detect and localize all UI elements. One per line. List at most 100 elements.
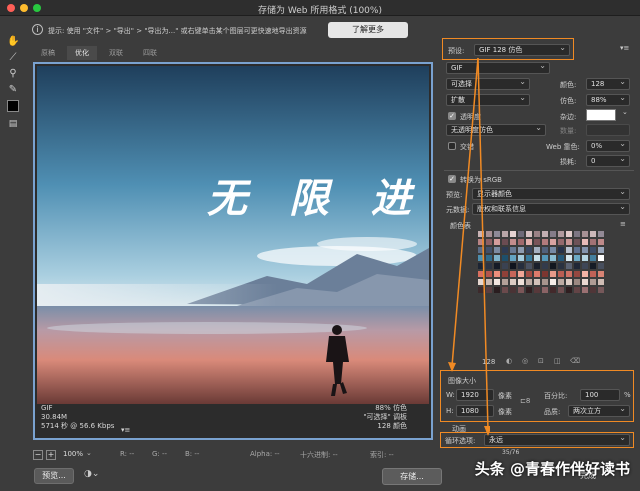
color-swatch[interactable] (501, 238, 509, 246)
color-swatch[interactable] (589, 278, 597, 286)
color-swatch[interactable] (493, 270, 501, 278)
color-swatch[interactable] (581, 254, 589, 262)
lock-color-icon[interactable]: ⊡ (538, 357, 544, 365)
color-swatch[interactable] (509, 246, 517, 254)
color-swatch[interactable] (573, 246, 581, 254)
slice-select-tool-icon[interactable]: ⟋ (7, 52, 19, 64)
color-swatch[interactable] (573, 270, 581, 278)
color-swatch[interactable] (525, 286, 533, 294)
color-swatch[interactable] (517, 230, 525, 238)
color-swatch[interactable] (573, 230, 581, 238)
color-swatch[interactable] (597, 254, 605, 262)
color-swatch[interactable] (573, 286, 581, 294)
color-swatch[interactable] (597, 278, 605, 286)
color-swatch[interactable] (581, 286, 589, 294)
color-swatch[interactable] (517, 278, 525, 286)
color-swatch[interactable] (509, 286, 517, 294)
color-table-menu-icon[interactable]: ≡ (620, 220, 626, 228)
constrain-proportions-icon[interactable]: ⊏8 (520, 397, 530, 405)
color-swatch[interactable] (541, 270, 549, 278)
color-swatch[interactable] (517, 270, 525, 278)
color-swatch[interactable] (581, 278, 589, 286)
color-swatch[interactable] (501, 254, 509, 262)
color-swatch[interactable] (533, 262, 541, 270)
color-swatch[interactable] (557, 286, 565, 294)
color-swatch[interactable] (517, 254, 525, 262)
color-swatch[interactable] (581, 262, 589, 270)
color-swatch[interactable] (509, 278, 517, 286)
color-swatch[interactable] (589, 230, 597, 238)
color-swatch[interactable] (597, 270, 605, 278)
color-swatch[interactable] (557, 254, 565, 262)
color-swatch[interactable] (541, 238, 549, 246)
loop-options-select[interactable]: 永远 (484, 434, 630, 446)
lossy-select[interactable]: 0 (586, 155, 630, 167)
color-swatch[interactable] (525, 254, 533, 262)
color-swatch[interactable] (525, 262, 533, 270)
color-swatch[interactable] (533, 238, 541, 246)
color-swatch[interactable] (525, 230, 533, 238)
color-swatch[interactable] (517, 286, 525, 294)
color-swatch[interactable] (493, 254, 501, 262)
quality-select[interactable]: 两次立方 (568, 405, 630, 417)
color-swatch[interactable] (565, 254, 573, 262)
color-swatch[interactable] (573, 238, 581, 246)
color-swatch[interactable] (589, 270, 597, 278)
color-swatch[interactable] (509, 238, 517, 246)
color-swatch[interactable] (557, 246, 565, 254)
color-swatch[interactable] (509, 262, 517, 270)
color-swatch[interactable] (565, 278, 573, 286)
zoom-out-button[interactable]: − (33, 450, 43, 460)
web-snap-select[interactable]: 0% (586, 140, 630, 152)
color-swatch[interactable] (493, 238, 501, 246)
color-swatch[interactable] (597, 262, 605, 270)
tab-original[interactable]: 原稿 (33, 46, 63, 60)
zoom-in-button[interactable]: + (46, 450, 56, 460)
preview-in-browser-button[interactable]: 预览... (34, 468, 74, 484)
color-swatch[interactable] (517, 246, 525, 254)
tab-optimized[interactable]: 优化 (67, 46, 97, 60)
color-swatch[interactable] (589, 286, 597, 294)
color-swatch[interactable] (501, 278, 509, 286)
zoom-chevron-icon[interactable]: ⌄ (86, 449, 92, 457)
hand-tool-icon[interactable]: ✋ (7, 36, 19, 48)
dither-amount-select[interactable]: 88% (586, 94, 630, 106)
save-button[interactable]: 存储... (382, 468, 442, 485)
color-swatch[interactable] (541, 286, 549, 294)
zoom-level-select[interactable]: 100% (63, 450, 83, 458)
new-color-icon[interactable]: ◫ (554, 357, 561, 365)
preview-panel[interactable]: 无 限 进 GIF 30.84M 5714 秒 @ 56.6 Kbps ▾≡ 8… (33, 62, 433, 440)
toggle-slices-icon[interactable]: ▤ (7, 118, 19, 130)
color-swatch[interactable] (557, 270, 565, 278)
color-swatch[interactable] (557, 262, 565, 270)
color-swatch[interactable] (557, 278, 565, 286)
color-swatch[interactable] (581, 238, 589, 246)
zoom-tool-icon[interactable]: ⚲ (7, 68, 19, 80)
map-to-transparent-icon[interactable]: ◐ (506, 357, 512, 365)
color-swatch[interactable] (541, 262, 549, 270)
color-swatch[interactable] (557, 230, 565, 238)
color-swatch[interactable] (589, 254, 597, 262)
color-swatch[interactable] (565, 246, 573, 254)
color-swatch[interactable] (597, 230, 605, 238)
eyedropper-color-swatch[interactable] (7, 100, 19, 112)
color-swatch[interactable] (541, 230, 549, 238)
color-swatch[interactable] (549, 278, 557, 286)
color-swatch[interactable] (501, 246, 509, 254)
colors-select[interactable]: 128 (586, 78, 630, 90)
color-swatch[interactable] (517, 262, 525, 270)
color-swatch[interactable] (501, 286, 509, 294)
optimize-menu-icon[interactable]: ▾≡ (620, 44, 629, 52)
color-swatch[interactable] (501, 230, 509, 238)
color-swatch[interactable] (549, 230, 557, 238)
color-swatch[interactable] (533, 246, 541, 254)
color-swatch[interactable] (581, 270, 589, 278)
color-swatch[interactable] (573, 262, 581, 270)
color-swatch[interactable] (597, 246, 605, 254)
color-swatch[interactable] (597, 286, 605, 294)
color-swatch[interactable] (573, 254, 581, 262)
color-swatch[interactable] (509, 230, 517, 238)
color-swatch[interactable] (557, 238, 565, 246)
color-swatch[interactable] (493, 230, 501, 238)
color-swatch[interactable] (565, 238, 573, 246)
